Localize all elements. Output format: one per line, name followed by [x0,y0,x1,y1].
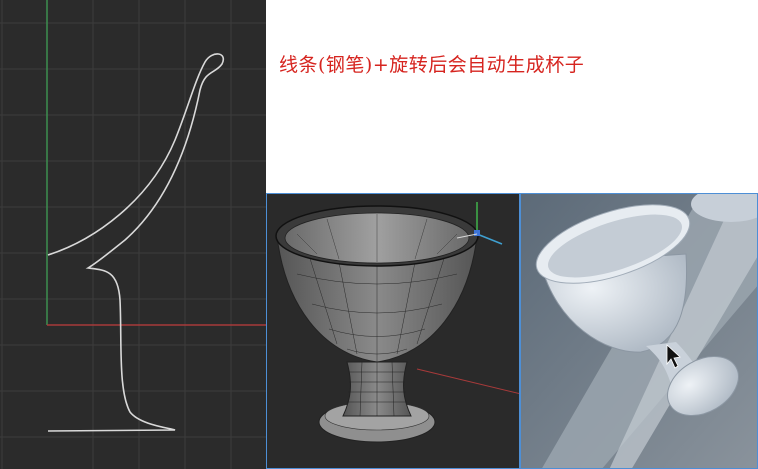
wireframe-viewport[interactable] [266,193,520,469]
spline-profile-viewport[interactable] [0,0,266,469]
rendered-cup-viewport[interactable] [520,193,758,469]
caption-text: 线条(钢笔)+旋转后会自动生成杯子 [279,54,585,76]
viewport-grid [0,0,266,469]
ground-x-axis [416,368,519,395]
cup-profile-spline [47,53,225,432]
